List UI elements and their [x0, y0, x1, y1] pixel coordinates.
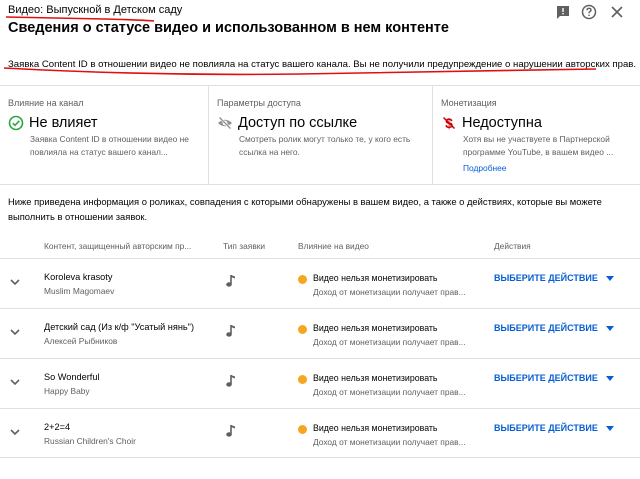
status-cards: Влияние на канал Не влияет Заявка Conten… [0, 85, 640, 185]
status-dot [298, 375, 307, 384]
header-actions: Действия [494, 241, 531, 251]
content-title: Детский сад (Из к/ф "Усатый нянь") [44, 322, 194, 332]
table-row: So Wonderful Happy Baby Видео нельзя мон… [0, 358, 640, 408]
card-label: Влияние на канал [8, 98, 84, 108]
status-dot [298, 325, 307, 334]
content-title: Koroleva krasoty [44, 272, 113, 282]
claim-notice: Заявка Content ID в отношении видео не п… [8, 59, 637, 70]
card-value: Недоступна [462, 115, 542, 131]
impact-subtext: Доход от монетизации получает прав... [313, 337, 466, 347]
caret-down-icon[interactable] [606, 426, 614, 431]
content-title: So Wonderful [44, 372, 100, 382]
content-author: Happy Baby [44, 386, 90, 396]
chevron-down-icon[interactable] [8, 375, 22, 389]
impact-text: Видео нельзя монетизировать [313, 273, 438, 283]
header-claim-type: Тип заявки [223, 241, 266, 251]
content-author: Алексей Рыбников [44, 336, 118, 346]
impact-text: Видео нельзя монетизировать [313, 373, 438, 383]
table-row: Детский сад (Из к/ф "Усатый нянь") Алекс… [0, 308, 640, 358]
dialog-header: Видео: Выпускной в Детском саду Сведения… [0, 0, 640, 86]
select-action-button[interactable]: ВЫБЕРИТЕ ДЕЙСТВИЕ [494, 373, 598, 383]
caret-down-icon[interactable] [606, 326, 614, 331]
card-description: Хотя вы не участвуете в Партнерской прог… [463, 134, 614, 157]
card-visibility: Параметры доступа Доступ по ссылке Смотр… [208, 86, 432, 184]
header-content: Контент, защищенный авторским пр... [44, 241, 192, 251]
dollar-off-icon: $ [442, 115, 456, 131]
video-title-line: Видео: Выпускной в Детском саду [8, 4, 183, 16]
select-action-button[interactable]: ВЫБЕРИТЕ ДЕЙСТВИЕ [494, 323, 598, 333]
impact-subtext: Доход от монетизации получает прав... [313, 287, 466, 297]
chevron-down-icon[interactable] [8, 425, 22, 439]
header-impact: Влияние на видео [298, 241, 369, 251]
dialog-title: Сведения о статусе видео и использованно… [8, 20, 449, 36]
learn-more-link[interactable]: Подробнее [463, 163, 506, 173]
card-channel-impact: Влияние на канал Не влияет Заявка Conten… [0, 86, 208, 184]
select-action-button[interactable]: ВЫБЕРИТЕ ДЕЙСТВИЕ [494, 423, 598, 433]
music-note-icon [226, 275, 235, 287]
close-icon[interactable] [608, 3, 626, 21]
card-description: Смотреть ролик могут только те, у кого е… [239, 134, 411, 157]
feedback-icon[interactable] [554, 3, 572, 21]
caret-down-icon[interactable] [606, 376, 614, 381]
music-note-icon [226, 325, 235, 337]
content-title: 2+2=4 [44, 422, 71, 432]
music-note-icon [226, 425, 235, 437]
check-circle-icon [8, 115, 24, 131]
help-icon[interactable] [580, 3, 598, 21]
card-label: Параметры доступа [217, 98, 301, 108]
impact-subtext: Доход от монетизации получает прав... [313, 437, 466, 447]
table-row: 2+2=4 Russian Children's Choir Видео нел… [0, 408, 640, 458]
impact-subtext: Доход от монетизации получает прав... [313, 387, 466, 397]
music-note-icon [226, 375, 235, 387]
table-header: Контент, защищенный авторским пр... Тип … [0, 236, 640, 258]
status-dot [298, 425, 307, 434]
chevron-down-icon[interactable] [8, 275, 22, 289]
table-row: Koroleva krasoty Muslim Magomaev Видео н… [0, 258, 640, 308]
card-value: Доступ по ссылке [238, 115, 358, 131]
caret-down-icon[interactable] [606, 276, 614, 281]
eye-off-icon [218, 116, 232, 130]
card-monetization: Монетизация $ Недоступна Хотя вы не учас… [432, 86, 640, 184]
card-description: Заявка Content ID в отношении видео не п… [30, 134, 189, 157]
content-author: Russian Children's Choir [44, 436, 136, 446]
claims-table: Контент, защищенный авторским пр... Тип … [0, 236, 640, 458]
select-action-button[interactable]: ВЫБЕРИТЕ ДЕЙСТВИЕ [494, 273, 598, 283]
impact-text: Видео нельзя монетизировать [313, 323, 438, 333]
info-text: Ниже приведена информация о роликах, сов… [8, 196, 602, 222]
card-label: Монетизация [441, 98, 497, 108]
impact-text: Видео нельзя монетизировать [313, 423, 438, 433]
card-value: Не влияет [29, 115, 98, 131]
content-author: Muslim Magomaev [44, 286, 115, 296]
status-dot [298, 275, 307, 284]
chevron-down-icon[interactable] [8, 325, 22, 339]
